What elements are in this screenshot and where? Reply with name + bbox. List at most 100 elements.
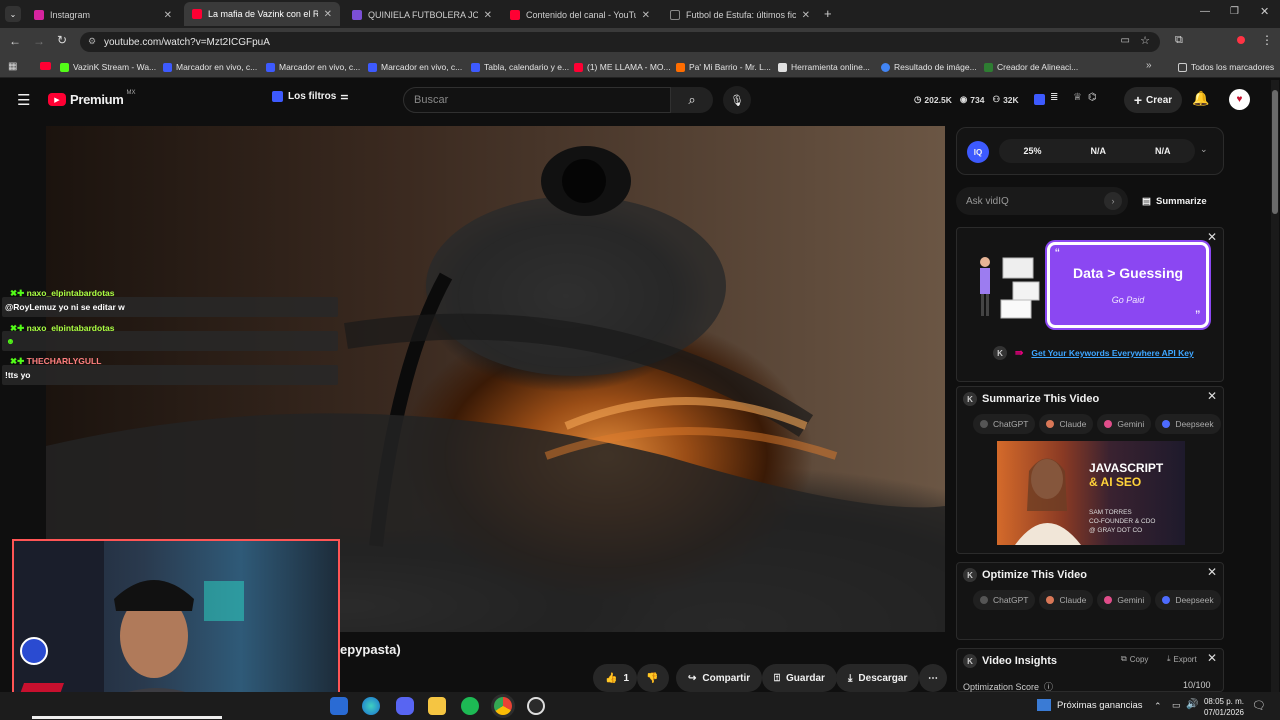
profile-icon[interactable] bbox=[1237, 36, 1245, 44]
bookmark-star-icon[interactable]: ☆ bbox=[1140, 34, 1150, 47]
search-input[interactable]: Buscar bbox=[403, 87, 671, 113]
extensions-icon[interactable]: ⧉ bbox=[1175, 34, 1183, 47]
menu-icon[interactable]: ⋮ bbox=[1261, 33, 1273, 47]
tab-search-icon[interactable]: ⌄ bbox=[5, 6, 21, 22]
share-button[interactable]: ↪ Compartir bbox=[676, 664, 763, 692]
news-widget[interactable]: Próximas ganancias bbox=[1037, 699, 1143, 711]
voice-search-button[interactable]: 🎙 bbox=[723, 86, 751, 114]
notification-center-icon[interactable]: 🗨 bbox=[1252, 699, 1266, 712]
spotify-icon[interactable] bbox=[461, 697, 479, 715]
network-icon[interactable]: ▭ bbox=[1172, 700, 1181, 711]
edge-icon[interactable] bbox=[362, 697, 380, 715]
filters-button[interactable]: Los filtros ⚌ bbox=[272, 91, 348, 102]
claude-icon bbox=[1046, 596, 1055, 604]
youtube-bookmark-icon[interactable] bbox=[40, 62, 51, 70]
gemini-pill[interactable]: Gemini bbox=[1097, 414, 1152, 434]
close-icon[interactable]: ✕ bbox=[1207, 565, 1217, 579]
rocket-icon[interactable]: ⌬ bbox=[1088, 92, 1097, 103]
install-icon[interactable]: ▭ bbox=[1121, 35, 1130, 46]
close-icon[interactable]: ✕ bbox=[1207, 230, 1217, 244]
address-bar[interactable]: ⚙ youtube.com/watch?v=Mzt2ICGFpuA ▭ ☆ bbox=[80, 32, 1160, 52]
bookmark-item[interactable]: Herramienta online... bbox=[778, 60, 870, 74]
tab-instagram[interactable]: Instagram ✕ bbox=[26, 4, 180, 26]
send-icon[interactable]: › bbox=[1104, 192, 1122, 210]
close-icon[interactable]: ✕ bbox=[1207, 389, 1217, 403]
close-icon[interactable]: ✕ bbox=[802, 10, 810, 21]
deepseek-pill[interactable]: Deepseek bbox=[1155, 414, 1221, 434]
copy-button[interactable]: ⧉ Copy bbox=[1121, 654, 1148, 664]
page-scrollbar[interactable] bbox=[1271, 80, 1279, 692]
like-button[interactable]: 👍 1 bbox=[593, 664, 637, 692]
bookmark-item[interactable]: VazinK Stream - Wa... bbox=[60, 60, 156, 74]
bookmark-item[interactable]: Tabla, calendario y e... bbox=[471, 60, 569, 74]
create-button[interactable]: + Crear bbox=[1124, 87, 1182, 113]
reload-icon[interactable]: ↻ bbox=[57, 33, 67, 47]
bookmark-item[interactable]: Marcador en vivo, c... bbox=[266, 60, 360, 74]
tab-quiniela[interactable]: QUINIELA FUTBOLERA JORNAD ✕ bbox=[344, 4, 500, 26]
claude-pill[interactable]: Claude bbox=[1039, 414, 1094, 434]
back-icon[interactable]: ← bbox=[9, 34, 21, 48]
chatgpt-pill[interactable]: ChatGPT bbox=[973, 590, 1036, 610]
video-insights-card: ✕ K Video Insights ⧉ Copy ⤓ Export Optimiz… bbox=[956, 648, 1224, 692]
more-actions-button[interactable]: ⋯ bbox=[919, 664, 947, 692]
tab-studio[interactable]: Contenido del canal - YouTube ✕ bbox=[502, 4, 658, 26]
close-icon[interactable]: ✕ bbox=[1207, 651, 1217, 665]
notifications-bell-icon[interactable]: 🔔 bbox=[1192, 90, 1209, 107]
site-info-icon[interactable]: ⚙ bbox=[88, 36, 96, 47]
window-close-icon[interactable]: ✕ bbox=[1260, 5, 1269, 18]
seo-ad-banner[interactable]: JAVASCRIPT & AI SEO SAM TORRES CO-FOUNDE… bbox=[997, 441, 1185, 545]
deepseek-pill[interactable]: Deepseek bbox=[1155, 590, 1221, 610]
search-button[interactable]: ⌕ bbox=[671, 87, 713, 113]
download-button[interactable]: ⤓ Descargar bbox=[836, 664, 920, 692]
clock[interactable]: 08:05 p. m. 07/01/2026 bbox=[1200, 696, 1244, 718]
summarize-button[interactable]: ▤ Summarize bbox=[1142, 196, 1207, 207]
ad-link-row[interactable]: K ⇛ Get Your Keywords Everywhere API Key bbox=[993, 346, 1194, 360]
chatgpt-pill[interactable]: ChatGPT bbox=[973, 414, 1036, 434]
save-button[interactable]: ⍐ Guardar bbox=[762, 664, 837, 692]
apps-icon[interactable]: ▦ bbox=[8, 61, 17, 72]
chat-message-bar bbox=[2, 365, 338, 385]
dislike-button[interactable]: 👎 bbox=[637, 664, 669, 692]
close-icon[interactable]: ✕ bbox=[642, 10, 650, 21]
forward-icon[interactable]: → bbox=[33, 34, 45, 48]
more-bookmarks-icon[interactable]: » bbox=[1146, 60, 1152, 71]
tab-futbol[interactable]: Futbol de Estufa: últimos fichaje ✕ bbox=[662, 4, 818, 26]
claude-pill[interactable]: Claude bbox=[1039, 590, 1094, 610]
bookmark-item[interactable]: Pa' Mi Barrio - Mr. L... bbox=[676, 60, 771, 74]
bookmark-item[interactable]: Resultado de imáge... bbox=[881, 60, 977, 74]
obs-icon[interactable] bbox=[527, 697, 545, 715]
scrollbar-thumb[interactable] bbox=[1272, 90, 1278, 214]
minimize-icon[interactable]: — bbox=[1200, 6, 1210, 17]
volume-icon[interactable]: 🔊 bbox=[1186, 699, 1198, 710]
site-icon bbox=[266, 62, 275, 72]
gemini-pill[interactable]: Gemini bbox=[1097, 590, 1152, 610]
chevron-down-icon[interactable]: ⌄ bbox=[1200, 144, 1208, 155]
discord-icon[interactable] bbox=[396, 697, 414, 715]
restore-icon[interactable]: ❐ bbox=[1230, 6, 1239, 17]
chrome-icon[interactable] bbox=[494, 697, 512, 715]
avatar[interactable]: ♥ bbox=[1229, 89, 1250, 110]
tab-active-video[interactable]: La mafia de Vazink con el Rey d ✕ bbox=[184, 2, 340, 26]
award-icon[interactable]: ♕ bbox=[1073, 92, 1082, 103]
new-tab-icon[interactable]: + bbox=[824, 6, 832, 21]
tray-chevron-icon[interactable]: ⌃ bbox=[1154, 701, 1162, 712]
hamburger-menu-icon[interactable]: ☰ bbox=[17, 91, 30, 109]
all-bookmarks-folder[interactable]: Todos los marcadores bbox=[1178, 60, 1274, 74]
vidiq-icon[interactable] bbox=[1034, 94, 1045, 105]
bookmark-item[interactable]: Creador de Alineaci... bbox=[984, 60, 1078, 74]
close-icon[interactable]: ✕ bbox=[324, 9, 332, 20]
ad-title-line1: JAVASCRIPT bbox=[1089, 461, 1164, 475]
list-icon[interactable]: ≣ bbox=[1050, 92, 1058, 103]
close-icon[interactable]: ✕ bbox=[484, 10, 492, 21]
ask-vidiq-input[interactable]: Ask vidIQ › bbox=[956, 187, 1128, 215]
taskbar-app-icon[interactable] bbox=[330, 697, 348, 715]
export-button[interactable]: ⤓ Export bbox=[1167, 654, 1197, 664]
close-icon[interactable]: ✕ bbox=[164, 10, 172, 21]
bookmark-item[interactable]: (1) ME LLAMA - MO... bbox=[574, 60, 671, 74]
ad-banner[interactable]: “ Data > Guessing Go Paid ” bbox=[1047, 242, 1209, 328]
arrow-right-icon: ⇛ bbox=[1015, 347, 1024, 359]
bookmark-item[interactable]: Marcador en vivo, c... bbox=[163, 60, 257, 74]
bookmark-item[interactable]: Marcador en vivo, c... bbox=[368, 60, 462, 74]
youtube-logo[interactable]: ▶ Premium MX bbox=[48, 90, 136, 107]
file-explorer-icon[interactable] bbox=[428, 697, 446, 715]
